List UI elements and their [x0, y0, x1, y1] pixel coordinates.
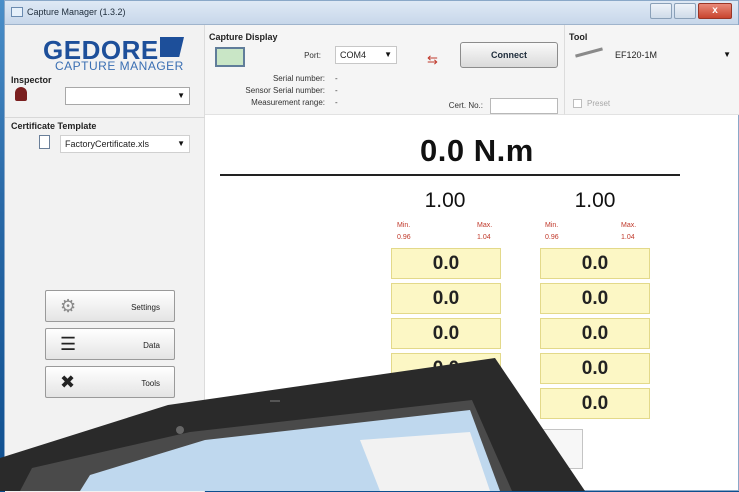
port-value: COM4	[340, 50, 367, 60]
column-1-min-value: 0.96	[397, 234, 411, 241]
chevron-down-icon: ▼	[384, 50, 392, 59]
tool-label: Tool	[569, 32, 588, 42]
stop-button[interactable]: Stop	[493, 429, 583, 469]
serial-number-value: -	[335, 74, 338, 83]
tools-label: Tools	[141, 379, 160, 388]
serial-number-label: Serial number:	[272, 74, 325, 83]
certificate-template-label: Certificate Template	[11, 121, 97, 131]
column-2-min-value: 0.96	[545, 234, 559, 241]
column-2-max-value: 1.04	[621, 234, 635, 241]
column-2-cell: 0.0	[540, 388, 650, 419]
left-panel: GEDORE CAPTURE MANAGER Inspector ▼ Certi…	[5, 25, 205, 492]
column-2-cell: 0.0	[540, 353, 650, 384]
chevron-down-icon: ▼	[177, 91, 185, 100]
brand-flag-icon	[160, 37, 184, 57]
column-1-max-label: Max.	[477, 222, 493, 229]
settings-button[interactable]: ⚙ Settings	[45, 290, 175, 322]
column-1-target: 1.00	[424, 189, 466, 212]
inspector-select[interactable]: ▼	[65, 87, 190, 105]
document-icon	[39, 135, 50, 149]
column-1-cell: 0.0	[391, 388, 501, 419]
chevron-down-icon: ▼	[723, 50, 731, 59]
app-icon	[11, 7, 23, 17]
chevron-down-icon: ▼	[177, 139, 185, 148]
list-icon: ☰	[60, 334, 77, 354]
measurement-range-value: -	[335, 98, 338, 107]
column-2-min-label: Min.	[545, 222, 559, 229]
port-label: Port:	[304, 51, 321, 60]
certificate-file: FactoryCertificate.xls	[65, 139, 150, 149]
brand-subtitle: CAPTURE MANAGER	[55, 59, 184, 73]
column-2-cell: 0.0	[540, 248, 650, 279]
measurement-range-label: Measurement range:	[251, 98, 325, 107]
column-2-cell: 0.0	[540, 283, 650, 314]
data-label: Data	[143, 341, 160, 350]
window-controls: x	[650, 3, 732, 19]
column-2-target: 1.00	[574, 189, 616, 212]
column-1-cell: 0.0	[391, 353, 501, 384]
column-1-cell: 0.0	[391, 248, 501, 279]
capture-display-label: Capture Display	[209, 32, 278, 42]
app-window: Capture Manager (1.3.2) x GEDORE CAPTURE…	[4, 0, 739, 492]
tools-icon: ✖	[60, 372, 76, 392]
reading-divider	[220, 174, 680, 176]
tool-select[interactable]: EF120-1M ▼	[610, 46, 736, 64]
cert-no-label: Cert. No.:	[448, 101, 483, 110]
certificate-template-select[interactable]: FactoryCertificate.xls ▼	[60, 135, 190, 153]
minimize-button[interactable]	[650, 3, 672, 19]
close-button[interactable]: x	[698, 3, 732, 19]
window-title: Capture Manager (1.3.2)	[27, 7, 126, 17]
port-select[interactable]: COM4 ▼	[335, 46, 397, 64]
tools-button[interactable]: ✖ Tools	[45, 366, 175, 398]
wrench-icon	[575, 47, 603, 58]
data-button[interactable]: ☰ Data	[45, 328, 175, 360]
cert-no-input[interactable]	[490, 98, 558, 114]
gear-icon: ⚙	[60, 296, 77, 316]
tool-value: EF120-1M	[615, 50, 658, 60]
column-1-cell: 0.0	[391, 318, 501, 349]
sensor-serial-label: Sensor Serial number:	[245, 86, 325, 95]
tool-panel: Tool EF120-1M ▼ Preset	[565, 25, 739, 115]
divider	[5, 117, 205, 118]
settings-label: Settings	[131, 303, 160, 312]
maximize-button[interactable]	[674, 3, 696, 19]
sensor-serial-value: -	[335, 86, 338, 95]
device-icon	[215, 47, 245, 67]
column-2-cell: 0.0	[540, 318, 650, 349]
column-1-min-label: Min.	[397, 222, 411, 229]
connect-button[interactable]: Connect	[460, 42, 558, 68]
bottom-action-button[interactable]	[47, 459, 187, 481]
preset-label: Preset	[587, 99, 611, 108]
inspector-user-icon	[15, 87, 27, 101]
usb-icon: ⇆	[427, 52, 438, 67]
title-bar: Capture Manager (1.3.2) x	[5, 1, 738, 25]
column-1-cell: 0.0	[391, 283, 501, 314]
inspector-label: Inspector	[11, 75, 52, 85]
preset-checkbox[interactable]	[573, 99, 582, 108]
column-2-max-label: Max.	[621, 222, 637, 229]
torque-reading: 0.0 N.m	[420, 133, 534, 168]
column-1-max-value: 1.04	[477, 234, 491, 241]
